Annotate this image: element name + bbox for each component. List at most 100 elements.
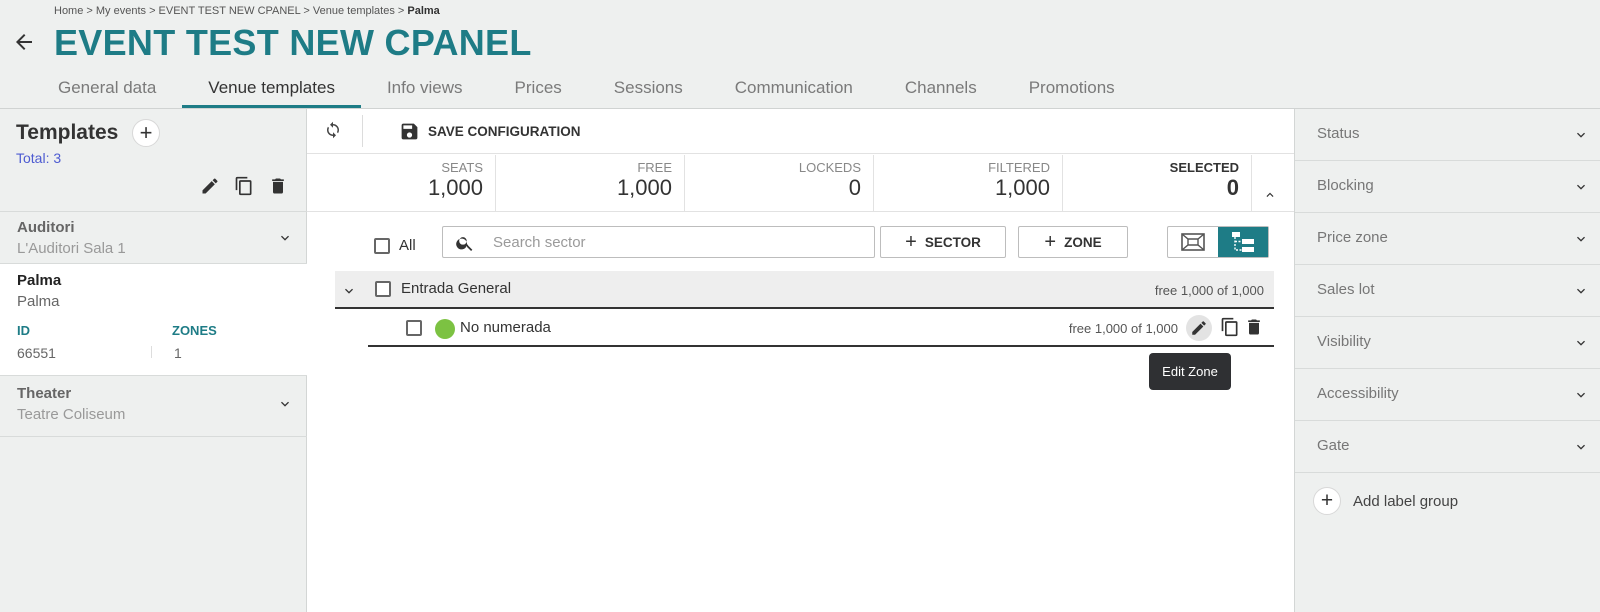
stat-value: 1,000 [994,175,1050,200]
stat-value: 1,000 [427,175,483,200]
venue-editor: SAVE CONFIGURATION SEATS 1,000 FREE 1,000 … [307,109,1294,612]
templates-panel: Templates + Total: 3 Auditori L'Auditori… [0,109,307,612]
search-input[interactable] [493,231,863,253]
add-zone-button[interactable]: + ZONE [1018,226,1128,258]
filter-label: Blocking [1317,177,1374,194]
save-configuration-button[interactable]: SAVE CONFIGURATION [399,121,581,142]
filter-blocking[interactable]: Blocking [1295,161,1600,213]
filter-label: Visibility [1317,333,1371,350]
filter-accessibility[interactable]: Accessibility [1295,369,1600,421]
tab-communication[interactable]: Communication [709,74,879,109]
template-item-theater[interactable]: Theater Teatre Coliseum [0,375,307,437]
tab-prices[interactable]: Prices [489,74,588,109]
template-id-value: 66551 [17,345,56,361]
meta-divider [151,346,152,358]
chevron-down-icon [1577,340,1585,346]
filter-sales-lot[interactable]: Sales lot [1295,265,1600,317]
venue-map-icon [1181,233,1205,251]
refresh-icon[interactable] [324,121,342,139]
search-icon [456,237,473,251]
search-box[interactable] [442,226,875,258]
filters-panel: Status Blocking Price zone Sales lot Vis… [1294,109,1600,612]
delete-icon[interactable] [1244,317,1264,337]
back-arrow-icon[interactable] [12,30,36,54]
save-configuration-label: SAVE CONFIGURATION [428,124,581,139]
tree-view-icon [1232,232,1254,252]
chevron-down-icon[interactable] [341,283,357,299]
map-view-button[interactable] [1168,227,1218,257]
filter-bar: All + SECTOR + ZONE [307,224,1294,260]
sector-availability: free 1,000 of 1,000 [1154,283,1264,298]
sector-checkbox[interactable] [375,281,391,297]
filter-visibility[interactable]: Visibility [1295,317,1600,369]
filter-gate[interactable]: Gate [1295,421,1600,473]
filter-label: Status [1317,125,1360,142]
filter-label: Gate [1317,437,1350,454]
filter-label: Price zone [1317,229,1388,246]
delete-icon[interactable] [268,176,288,196]
tab-general-data[interactable]: General data [32,74,182,109]
chevron-down-icon [1577,184,1585,190]
zone-availability: free 1,000 of 1,000 [1068,321,1178,336]
chevron-down-icon[interactable] [277,396,293,412]
filter-label: Sales lot [1317,281,1375,298]
stat-lockeds: LOCKEDS 0 [685,155,874,212]
edit-icon [1192,321,1206,335]
sector-row[interactable]: Entrada General free 1,000 of 1,000 [335,271,1274,309]
select-all[interactable]: All [374,237,416,254]
stat-label: FREE [637,160,672,175]
stat-value: 1,000 [616,175,672,200]
edit-zone-button[interactable] [1186,315,1212,341]
copy-icon[interactable] [234,176,254,196]
templates-total: Total: 3 [16,150,62,166]
view-toggle [1167,226,1269,258]
chevron-down-icon[interactable] [277,230,293,246]
template-venue: L'Auditori Sala 1 [17,240,126,257]
filter-label: Accessibility [1317,385,1399,402]
tab-bar: General data Venue templates Info views … [32,74,1141,109]
filter-status[interactable]: Status [1295,109,1600,161]
tab-channels[interactable]: Channels [879,74,1003,109]
templates-title: Templates [16,121,119,144]
chevron-down-icon [1577,392,1585,398]
plus-icon: + [1313,487,1341,515]
stat-filtered: FILTERED 1,000 [874,155,1063,212]
filter-price-zone[interactable]: Price zone [1295,213,1600,265]
plus-icon: + [1044,231,1057,253]
stat-label: SEATS [441,160,483,175]
add-sector-button[interactable]: + SECTOR [880,226,1006,258]
edit-icon[interactable] [200,176,220,196]
stat-value: 0 [1226,175,1239,200]
tab-promotions[interactable]: Promotions [1003,74,1141,109]
tree-view-button[interactable] [1218,227,1268,257]
template-item-auditori[interactable]: Auditori L'Auditori Sala 1 [0,211,307,263]
stats-bar: SEATS 1,000 FREE 1,000 LOCKEDS 0 FILTERED 1,… [307,155,1294,212]
chevron-up-icon[interactable] [1263,188,1277,202]
stat-selected: SELECTED 0 [1063,155,1252,212]
copy-icon[interactable] [1220,317,1240,337]
breadcrumb-trail[interactable]: Home > My events > EVENT TEST NEW CPANEL… [54,5,407,17]
select-all-checkbox[interactable] [374,237,390,254]
template-zones-label: ZONES [172,323,217,338]
tab-venue-templates[interactable]: Venue templates [182,74,361,109]
stat-free: FREE 1,000 [496,155,685,212]
breadcrumb: Home > My events > EVENT TEST NEW CPANEL… [54,5,440,17]
chevron-down-icon [1577,444,1585,450]
tab-sessions[interactable]: Sessions [588,74,709,109]
zone-row[interactable]: No numerada free 1,000 of 1,000 [368,309,1274,347]
zone-checkbox[interactable] [406,320,422,336]
chevron-down-icon [1577,236,1585,242]
template-item-palma[interactable]: Palma Palma ID 66551 ZONES 1 [0,263,307,375]
add-label-group-label: Add label group [1353,492,1459,510]
add-sector-label: SECTOR [924,234,981,250]
template-venue: Palma [17,293,60,310]
page-title: EVENT TEST NEW CPANEL [54,22,532,63]
stat-label: LOCKEDS [798,160,861,175]
add-zone-label: ZONE [1064,234,1102,250]
edit-zone-tooltip: Edit Zone [1149,353,1231,390]
add-template-button[interactable]: + [132,119,160,147]
chevron-down-icon [1577,132,1585,138]
zone-color-dot [435,319,455,339]
add-label-group-button[interactable]: + Add label group [1313,487,1458,515]
tab-info-views[interactable]: Info views [361,74,489,109]
